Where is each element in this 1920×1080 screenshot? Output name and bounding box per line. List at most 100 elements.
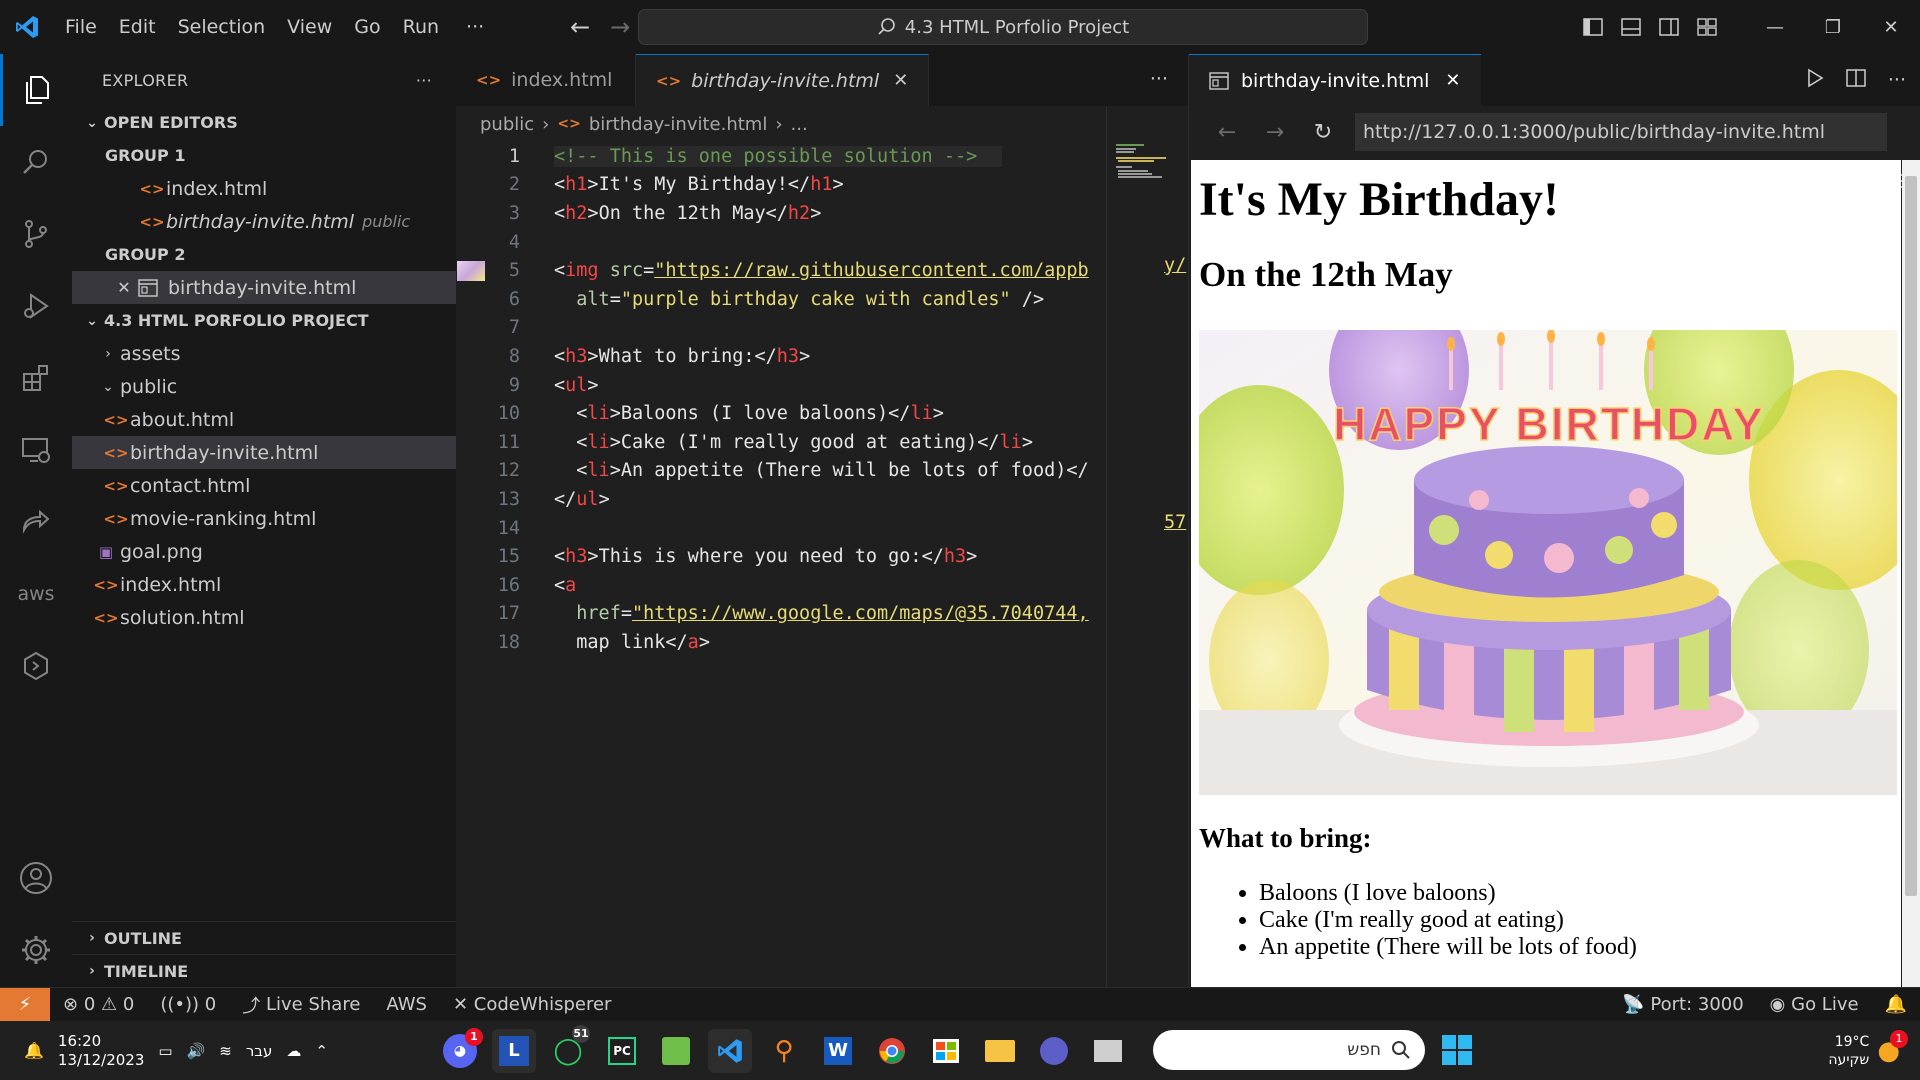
tab-preview-birthday-invite[interactable]: birthday-invite.html ✕ — [1189, 54, 1481, 106]
l-app-icon[interactable]: L — [492, 1028, 536, 1073]
command-center-search[interactable]: 4.3 HTML Porfolio Project — [638, 9, 1368, 45]
menu-more-button[interactable]: ··· — [450, 16, 500, 38]
folder-public[interactable]: ⌄ public — [72, 370, 456, 403]
tab-index[interactable]: <> index.html — [456, 54, 636, 106]
volume-icon[interactable]: 🔊 — [187, 1042, 206, 1060]
open-editor-index[interactable]: <> index.html — [72, 172, 456, 205]
file-solution[interactable]: <> solution.html — [72, 601, 456, 634]
extensions-icon[interactable] — [0, 342, 72, 414]
ports-indicator[interactable]: ((•)) 0 — [147, 994, 229, 1015]
windows-start-icon[interactable] — [1442, 1035, 1472, 1065]
preview-more-button[interactable]: ··· — [1888, 69, 1906, 91]
search-app-icon[interactable]: ⚲ — [762, 1029, 806, 1073]
discord-app-icon[interactable]: ◕ 1 — [443, 1027, 483, 1068]
breadcrumb-symbol[interactable]: ... — [791, 114, 808, 135]
file-goal[interactable]: ▣ goal.png — [72, 535, 456, 568]
notifications-bell-icon[interactable]: 🔔 — [1872, 994, 1920, 1015]
aws-icon[interactable]: aws — [0, 558, 72, 630]
url-bar[interactable]: http://127.0.0.1:3000/public/birthday-in… — [1355, 113, 1887, 151]
toggle-primary-sidebar-icon[interactable] — [1574, 0, 1612, 54]
outline-section[interactable]: › OUTLINE — [72, 921, 456, 954]
breadcrumb-file[interactable]: birthday-invite.html — [589, 114, 768, 135]
run-icon[interactable] — [1806, 68, 1824, 93]
chevron-up-icon[interactable]: ⌃ — [315, 1042, 328, 1060]
browser-back-icon[interactable]: ← — [1203, 120, 1251, 145]
menu-selection[interactable]: Selection — [167, 0, 277, 54]
explorer-more-button[interactable]: ··· — [416, 71, 432, 90]
code-overflow-text: 57 — [1164, 512, 1187, 533]
desktop-app-icon[interactable] — [1086, 1029, 1130, 1073]
codewhisperer-button[interactable]: ✕ CodeWhisperer — [440, 994, 624, 1015]
wifi-icon[interactable]: ≋ — [219, 1042, 232, 1060]
file-explorer-app-icon[interactable] — [978, 1029, 1022, 1073]
timeline-section[interactable]: › TIMELINE — [72, 954, 456, 987]
browser-forward-icon[interactable]: → — [1251, 120, 1299, 145]
close-icon[interactable]: ✕ — [1445, 70, 1460, 91]
problems-indicator[interactable]: ⊗ 0 ⚠ 0 — [50, 994, 147, 1015]
live-share-button[interactable]: ⤴ Live Share — [229, 992, 373, 1018]
file-birthday-invite[interactable]: <> birthday-invite.html — [72, 436, 456, 469]
open-editor-birthday-preview[interactable]: ✕ birthday-invite.html — [72, 271, 456, 304]
whatsapp-app-icon[interactable]: ◯ 51 — [546, 1024, 590, 1073]
language-indicator[interactable]: עבר — [246, 1042, 273, 1060]
preview-scrollbar[interactable] — [1902, 160, 1920, 987]
accounts-icon[interactable] — [0, 842, 72, 914]
open-editor-birthday-invite[interactable]: <> birthday-invite.html public — [72, 205, 456, 238]
file-about[interactable]: <> about.html — [72, 403, 456, 436]
file-movie-ranking[interactable]: <> movie-ranking.html — [72, 502, 456, 535]
source-control-icon[interactable] — [0, 198, 72, 270]
run-debug-icon[interactable] — [0, 270, 72, 342]
teams-app-icon[interactable] — [1032, 1029, 1076, 1073]
tab-birthday-invite[interactable]: <> birthday-invite.html ✕ — [636, 54, 930, 106]
menu-go[interactable]: Go — [343, 0, 391, 54]
store-app-icon[interactable] — [924, 1029, 968, 1073]
live-share-icon[interactable] — [0, 486, 72, 558]
notification-bell-icon[interactable]: 🔔 — [24, 1041, 44, 1060]
image-viewer-app-icon[interactable] — [654, 1029, 698, 1073]
menu-file[interactable]: File — [54, 0, 108, 54]
forward-arrow-icon[interactable]: → — [600, 13, 640, 41]
breadcrumb-folder[interactable]: public — [480, 114, 534, 135]
menu-run[interactable]: Run — [392, 0, 450, 54]
minimap[interactable] — [1114, 142, 1184, 202]
toggle-secondary-sidebar-icon[interactable] — [1650, 0, 1688, 54]
folder-assets[interactable]: › assets — [72, 337, 456, 370]
minimize-icon[interactable]: — — [1746, 0, 1804, 54]
project-section[interactable]: ⌄ 4.3 HTML PORFOLIO PROJECT — [72, 304, 456, 337]
close-icon[interactable]: ✕ — [110, 278, 138, 297]
close-window-icon[interactable]: ✕ — [1862, 0, 1920, 54]
menu-edit[interactable]: Edit — [108, 0, 167, 54]
editor-more-button[interactable]: ··· — [1150, 68, 1168, 90]
vscode-app-icon[interactable] — [708, 1028, 752, 1073]
browser-reload-icon[interactable]: ↻ — [1299, 120, 1347, 145]
chrome-app-icon[interactable] — [870, 1029, 914, 1073]
settings-gear-icon[interactable] — [0, 914, 72, 986]
explorer-icon[interactable] — [0, 54, 72, 126]
file-contact[interactable]: <> contact.html — [72, 469, 456, 502]
code-area[interactable]: 1 <!-- This is one possible solution --> … — [456, 142, 1188, 657]
remote-indicator-icon[interactable]: ⚡ — [0, 988, 50, 1021]
taskbar-search[interactable]: חפש — [1153, 1030, 1425, 1070]
file-index[interactable]: <> index.html — [72, 568, 456, 601]
weather-widget[interactable]: 19°C שקיעה ● 1 — [1828, 1021, 1908, 1080]
aws-button[interactable]: AWS — [373, 994, 440, 1015]
toggle-panel-icon[interactable] — [1612, 0, 1650, 54]
onedrive-icon[interactable]: ☁ — [286, 1042, 301, 1060]
go-live-button[interactable]: ◉ Go Live — [1757, 994, 1872, 1015]
close-icon[interactable]: ✕ — [893, 70, 908, 91]
battery-icon[interactable]: ▭ — [158, 1042, 172, 1060]
port-button[interactable]: 📡 Port: 3000 — [1609, 994, 1756, 1015]
remote-explorer-icon[interactable] — [0, 414, 72, 486]
back-arrow-icon[interactable]: ← — [560, 13, 600, 41]
pycharm-app-icon[interactable]: PC — [600, 1029, 644, 1073]
restore-icon[interactable]: ❐ — [1804, 0, 1862, 54]
menu-view[interactable]: View — [276, 0, 343, 54]
search-icon[interactable] — [0, 126, 72, 198]
open-editors-section[interactable]: ⌄ OPEN EDITORS — [72, 106, 456, 139]
split-editor-icon[interactable] — [1846, 68, 1866, 92]
word-app-icon[interactable]: W — [816, 1029, 860, 1073]
clock[interactable]: 16:20 13/12/2023 — [58, 1032, 144, 1070]
scrollbar-thumb[interactable] — [1905, 176, 1917, 896]
customize-layout-icon[interactable] — [1688, 0, 1726, 54]
codewhisperer-icon[interactable] — [0, 630, 72, 702]
